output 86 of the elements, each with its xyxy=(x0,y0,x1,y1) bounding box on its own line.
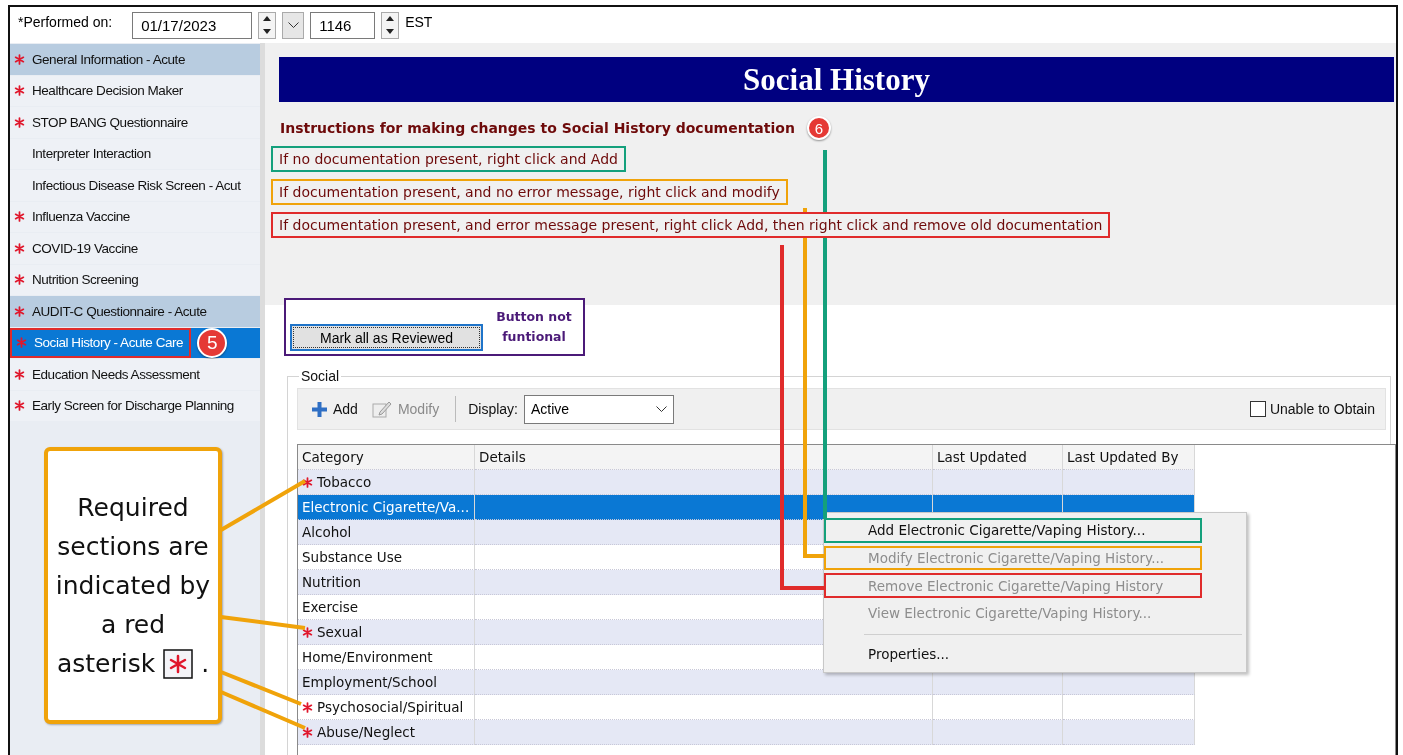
sidebar-item[interactable]: Influenza Vaccine xyxy=(10,201,260,232)
sidebar-label: General Information - Acute xyxy=(32,51,185,67)
category-cell[interactable]: Employment/School xyxy=(298,670,475,695)
sidebar-item[interactable]: Education Needs Assessment xyxy=(10,359,260,390)
asterisk-icon xyxy=(13,368,25,380)
sidebar-label: Influenza Vaccine xyxy=(32,209,130,225)
display-label: Display: xyxy=(468,401,518,417)
down-arrow-icon xyxy=(386,28,395,34)
instruction-text: If documentation present, and no error message, right click and modify xyxy=(271,179,788,205)
menu-item[interactable]: Properties... xyxy=(824,641,1202,666)
asterisk-icon xyxy=(302,726,313,738)
sidebar-item[interactable]: General Information - Acute xyxy=(10,44,260,75)
sidebar-item[interactable]: Infectious Disease Risk Screen - Acut xyxy=(10,170,260,201)
asterisk-icon xyxy=(13,400,25,412)
sidebar-item[interactable]: Early Screen for Discharge Planning xyxy=(10,390,260,421)
callout-text: asterisk xyxy=(56,648,156,680)
sidebar-item[interactable]: STOP BANG Questionnaire xyxy=(10,107,260,138)
instruction-text: If documentation present, and error message present, right click Add, then right click and remove old documentation xyxy=(271,212,1111,238)
time-spinner[interactable] xyxy=(381,11,400,39)
column-header[interactable]: Category xyxy=(298,445,475,470)
asterisk-icon xyxy=(13,85,25,97)
step-badge: 6 xyxy=(806,116,831,140)
asterisk-icon xyxy=(13,305,25,317)
asterisk-icon xyxy=(163,648,194,679)
page-title: Social History xyxy=(279,57,1394,102)
category-cell[interactable]: Psychosocial/Spiritual xyxy=(298,695,475,720)
asterisk-icon xyxy=(302,701,313,713)
sidebar-label: STOP BANG Questionnaire xyxy=(32,114,188,130)
sidebar-label: Healthcare Decision Maker xyxy=(32,83,183,99)
menu-item[interactable]: Add Electronic Cigarette/Vaping History... xyxy=(824,518,1202,543)
asterisk-icon xyxy=(13,211,25,223)
chevron-down-icon xyxy=(287,22,299,28)
sidebar-item[interactable]: Healthcare Decision Maker xyxy=(10,75,260,106)
column-header[interactable]: Last Updated By xyxy=(1063,445,1195,470)
sidebar-label: AUDIT-C Questionnaire - Acute xyxy=(32,303,207,319)
instruction-text: If no documentation present, right click and Add xyxy=(271,146,626,172)
sidebar-label: Education Needs Assessment xyxy=(32,366,200,382)
unable-checkbox[interactable]: Unable to Obtain xyxy=(1249,401,1375,417)
sidebar-label: Early Screen for Discharge Planning xyxy=(32,398,234,414)
edit-icon xyxy=(371,400,392,418)
sidebar-item[interactable]: Nutrition Screening xyxy=(10,264,260,295)
asterisk-icon xyxy=(13,242,25,254)
column-header[interactable]: Last Updated xyxy=(933,445,1063,470)
category-cell[interactable]: Abuse/Neglect xyxy=(298,720,475,745)
annotation-note: Button not funtional xyxy=(495,308,573,346)
sidebar-label: COVID-19 Vaccine xyxy=(32,240,138,256)
date-spinner[interactable] xyxy=(258,11,277,39)
sidebar-label: Infectious Disease Risk Screen - Acut xyxy=(32,177,241,193)
plus-icon xyxy=(312,401,327,417)
performed-on-label: *Performed on: xyxy=(18,14,113,30)
asterisk-icon xyxy=(302,626,313,638)
mark-reviewed-button[interactable]: Mark all as Reviewed xyxy=(290,324,483,351)
up-arrow-icon xyxy=(386,16,395,22)
category-cell[interactable]: Exercise xyxy=(298,595,475,620)
sidebar-item[interactable]: Interpreter Interaction xyxy=(10,138,260,169)
timezone-label: EST xyxy=(405,14,433,30)
callout-period: . xyxy=(201,648,210,680)
asterisk-icon xyxy=(13,274,25,286)
category-cell[interactable]: Tobacco xyxy=(298,470,475,495)
sidebar-label: Social History - Acute Care xyxy=(34,335,184,351)
category-cell[interactable]: Sexual xyxy=(298,620,475,645)
asterisk-icon xyxy=(13,116,25,128)
up-arrow-icon xyxy=(263,16,272,22)
sidebar-item[interactable]: COVID-19 Vaccine xyxy=(10,233,260,264)
sidebar-item[interactable]: Social History - Acute Care 5 xyxy=(10,327,260,358)
sidebar-label: Nutrition Screening xyxy=(32,272,139,288)
instructions-heading: Instructions for making changes to Social History documentation xyxy=(280,120,795,136)
asterisk-icon xyxy=(13,53,25,65)
category-cell[interactable]: Electronic Cigarette/Va... xyxy=(298,495,475,520)
add-button[interactable]: Add xyxy=(308,401,362,417)
category-cell[interactable]: Nutrition xyxy=(298,570,475,595)
step-badge: 5 xyxy=(197,327,228,358)
date-field[interactable]: 01/17/2023 xyxy=(132,11,253,39)
category-cell[interactable]: Alcohol xyxy=(298,520,475,545)
time-field[interactable]: 1146 xyxy=(310,11,376,39)
group-legend: Social xyxy=(299,368,342,384)
category-cell[interactable]: Substance Use xyxy=(298,545,475,570)
column-header[interactable]: Details xyxy=(475,445,933,470)
asterisk-icon xyxy=(15,337,27,349)
sidebar-item[interactable]: AUDIT-C Questionnaire - Acute xyxy=(10,296,260,327)
chevron-down-icon xyxy=(655,406,667,412)
down-arrow-icon xyxy=(263,28,272,34)
category-cell[interactable]: Home/Environment xyxy=(298,645,475,670)
asterisk-icon xyxy=(302,476,313,488)
display-dropdown[interactable]: Active xyxy=(523,394,674,424)
sidebar-label: Interpreter Interaction xyxy=(32,146,151,162)
